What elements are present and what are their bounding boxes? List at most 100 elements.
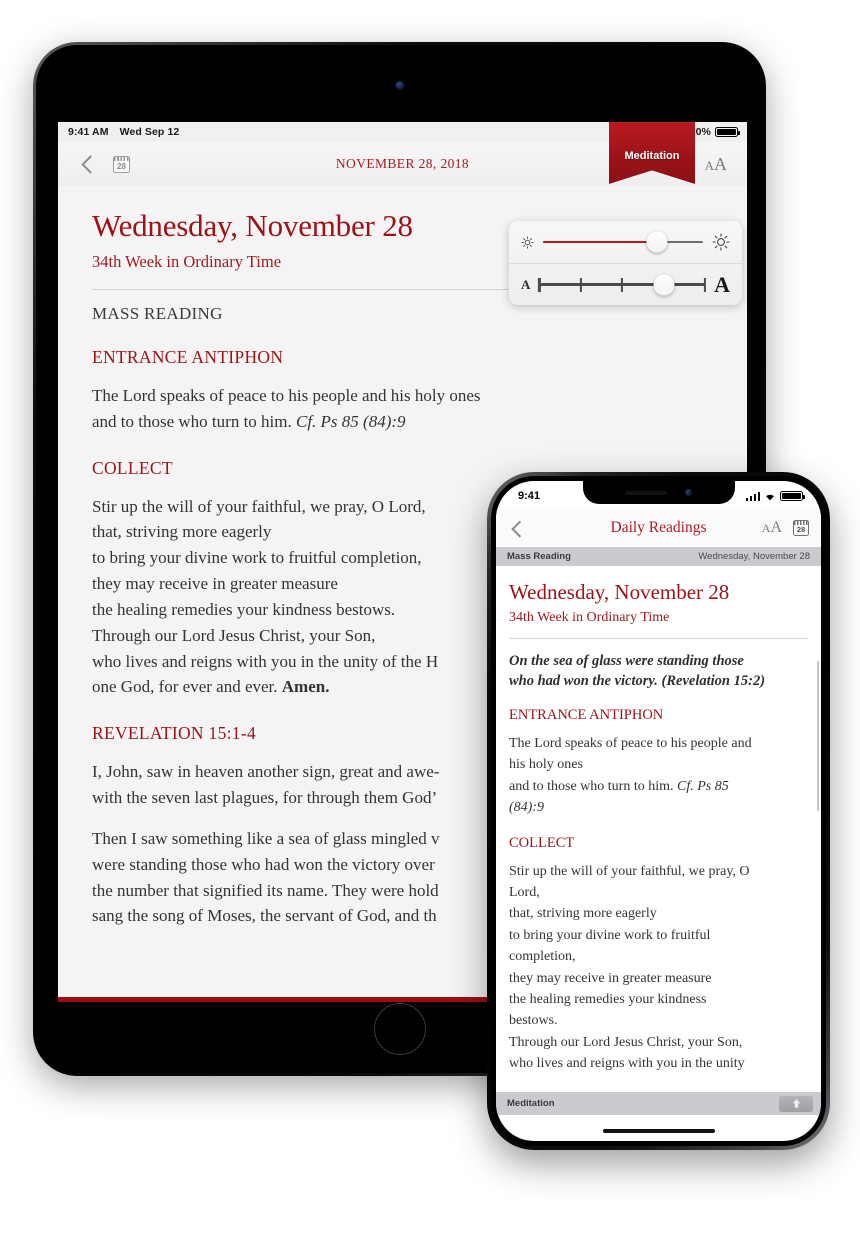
revelation-p2-line-1: Then I saw something like a sea of glass…: [92, 828, 440, 848]
display-settings-popover: A A: [509, 221, 742, 305]
collect-line-6: they may receive in greater measure: [509, 970, 712, 986]
phone-notch: [582, 481, 735, 504]
calendar-icon[interactable]: 28: [793, 520, 809, 536]
phone-content-title: Wednesday, November 28: [509, 580, 730, 604]
battery-icon: [715, 127, 741, 137]
text-size-button[interactable]: A A: [705, 154, 727, 175]
font-size-large-label: A: [714, 271, 730, 297]
antiphon-citation-1: Cf. Ps 85: [677, 778, 729, 794]
calendar-icon[interactable]: 28: [113, 155, 130, 173]
collect-line-10: who lives and reigns with you in the uni…: [509, 1056, 745, 1072]
entrance-antiphon-text: The Lord speaks of peace to his people a…: [92, 383, 713, 435]
phone-status-time: 9:41: [518, 490, 541, 502]
phone-section-date: Wednesday, November 28: [698, 551, 810, 562]
text-size-small-a: A: [761, 521, 771, 535]
phone-nav-actions: A A 28: [762, 519, 809, 537]
collect-line-5: completion,: [509, 949, 576, 965]
home-indicator[interactable]: [602, 1128, 715, 1133]
revelation-p2-line-4: sang the song of Moses, the servant of G…: [92, 906, 437, 926]
brightness-track: [543, 240, 703, 244]
collect-line-1: Stir up the will of your faithful, we pr…: [509, 863, 750, 879]
meditation-label: Meditation: [507, 1098, 555, 1109]
brightness-slider-knob[interactable]: [646, 231, 668, 253]
collect-line-4: they may receive in greater measure: [92, 574, 338, 594]
antiphon-citation: Cf. Ps 85 (84):9: [295, 411, 406, 431]
collect-line-7: the healing remedies your kindness: [509, 992, 707, 1008]
arrow-up-icon: [792, 1099, 800, 1108]
divider: [509, 638, 808, 639]
collect-line-6: Through our Lord Jesus Christ, your Son,: [92, 625, 376, 645]
collect-line-9: Through our Lord Jesus Christ, your Son,: [509, 1034, 743, 1050]
cellular-signal-icon: [745, 491, 760, 501]
tablet-nav-actions: Meditation A A: [609, 122, 747, 186]
phone-content-subtitle: 34th Week in Ordinary Time: [509, 610, 670, 625]
back-button[interactable]: [510, 521, 525, 536]
revelation-p1-line-2: with the seven last plagues, for through…: [92, 788, 438, 808]
text-size-large-a: A: [770, 519, 782, 536]
phone-section-label: Mass Reading: [507, 551, 571, 562]
tablet-status-time: 9:41 AM: [68, 126, 109, 138]
font-size-slider-knob[interactable]: [653, 274, 675, 295]
entrance-antiphon-text: The Lord speaks of peace to his people a…: [509, 733, 808, 819]
font-size-row: A A: [509, 263, 742, 305]
collect-line-8: one God, for ever and ever.: [92, 677, 282, 697]
collect-line-3: to bring your divine work to fruitful co…: [92, 548, 422, 568]
tablet-nav-bar: 28 NOVEMBER 28, 2018 Meditation A A: [58, 122, 747, 186]
mass-reading-label: MASS READING: [92, 304, 223, 323]
battery-icon: [780, 491, 806, 501]
antiphon-line-1: The Lord speaks of peace to his people a…: [92, 386, 481, 405]
antiphon-line-2: and to those who turn to him.: [92, 411, 292, 431]
collect-line-1: Stir up the will of your faithful, we pr…: [92, 496, 426, 516]
back-button[interactable]: [78, 155, 96, 173]
earpiece-speaker-icon: [625, 490, 667, 495]
font-size-small-label: A: [521, 276, 531, 292]
collect-heading: COLLECT: [509, 834, 575, 851]
phone-device: 9:41 Daily Readings A A 28 Mass Reading …: [487, 472, 830, 1150]
collect-line-7: who lives and reigns with you in the uni…: [92, 651, 439, 671]
phone-bezel: 9:41 Daily Readings A A 28 Mass Reading …: [491, 476, 826, 1146]
collect-line-2: Lord,: [509, 885, 540, 901]
antiphon-citation-2: (84):9: [509, 800, 544, 816]
screenshot-stage: 9:41 AM Wed Sep 12 100% 28 NOVEMBER 28, …: [0, 0, 860, 1248]
antiphon-line-3: and to those who turn to him.: [509, 778, 674, 794]
revelation-p1-line-1: I, John, saw in heaven another sign, gre…: [92, 762, 440, 782]
collect-text: Stir up the will of your faithful, we pr…: [509, 861, 808, 1075]
collect-line-2: that, striving more eagerly: [92, 522, 272, 542]
brightness-row: [509, 221, 742, 263]
phone-meditation-bar[interactable]: Meditation: [496, 1092, 821, 1115]
phone-nav-bar: Daily Readings A A 28: [496, 509, 821, 547]
text-size-large-a: A: [714, 153, 727, 174]
tablet-status-date: Wed Sep 12: [119, 126, 180, 138]
revelation-p2-line-2: were standing those who had won the vict…: [92, 854, 435, 874]
tablet-front-camera-icon: [395, 81, 404, 90]
quote-line-1: On the sea of glass were standing those: [509, 653, 744, 669]
phone-verse-quote: On the sea of glass were standing those …: [509, 651, 808, 691]
font-size-slider[interactable]: [538, 274, 707, 296]
scroll-to-top-button[interactable]: [779, 1095, 813, 1112]
scrollbar[interactable]: [816, 661, 819, 811]
quote-line-2: who had won the victory. (Revelation 15:…: [509, 673, 766, 689]
collect-line-3: that, striving more eagerly: [509, 906, 657, 922]
antiphon-line-1: The Lord speaks of peace to his people a…: [509, 736, 752, 751]
tablet-date-title: NOVEMBER 28, 2018: [335, 156, 470, 171]
sun-small-icon: [521, 235, 534, 249]
sun-large-icon: [712, 233, 730, 251]
wifi-icon: [764, 492, 776, 501]
revelation-p2-line-3: the number that signified its name. They…: [92, 880, 439, 900]
phone-section-bar: Mass Reading Wednesday, November 28: [496, 547, 821, 566]
collect-amen: Amen.: [281, 677, 330, 697]
text-size-small-a: A: [704, 157, 714, 173]
phone-screen: 9:41 Daily Readings A A 28 Mass Reading …: [496, 481, 821, 1141]
tablet-home-button[interactable]: [373, 1003, 426, 1055]
meditation-ribbon-button[interactable]: Meditation: [609, 122, 695, 184]
phone-page-title: Daily Readings: [610, 519, 707, 536]
phone-status-indicators: [745, 491, 806, 501]
entrance-antiphon-heading: ENTRANCE ANTIPHON: [92, 347, 284, 367]
phone-front-camera-icon: [685, 489, 692, 496]
text-size-button[interactable]: A A: [762, 519, 782, 537]
collect-line-5: the healing remedies your kindness besto…: [92, 599, 396, 619]
brightness-slider[interactable]: [543, 231, 703, 253]
entrance-antiphon-heading: ENTRANCE ANTIPHON: [509, 707, 664, 723]
phone-reading-content[interactable]: Wednesday, November 28 34th Week in Ordi…: [496, 566, 821, 1102]
collect-line-4: to bring your divine work to fruitful: [509, 927, 711, 943]
